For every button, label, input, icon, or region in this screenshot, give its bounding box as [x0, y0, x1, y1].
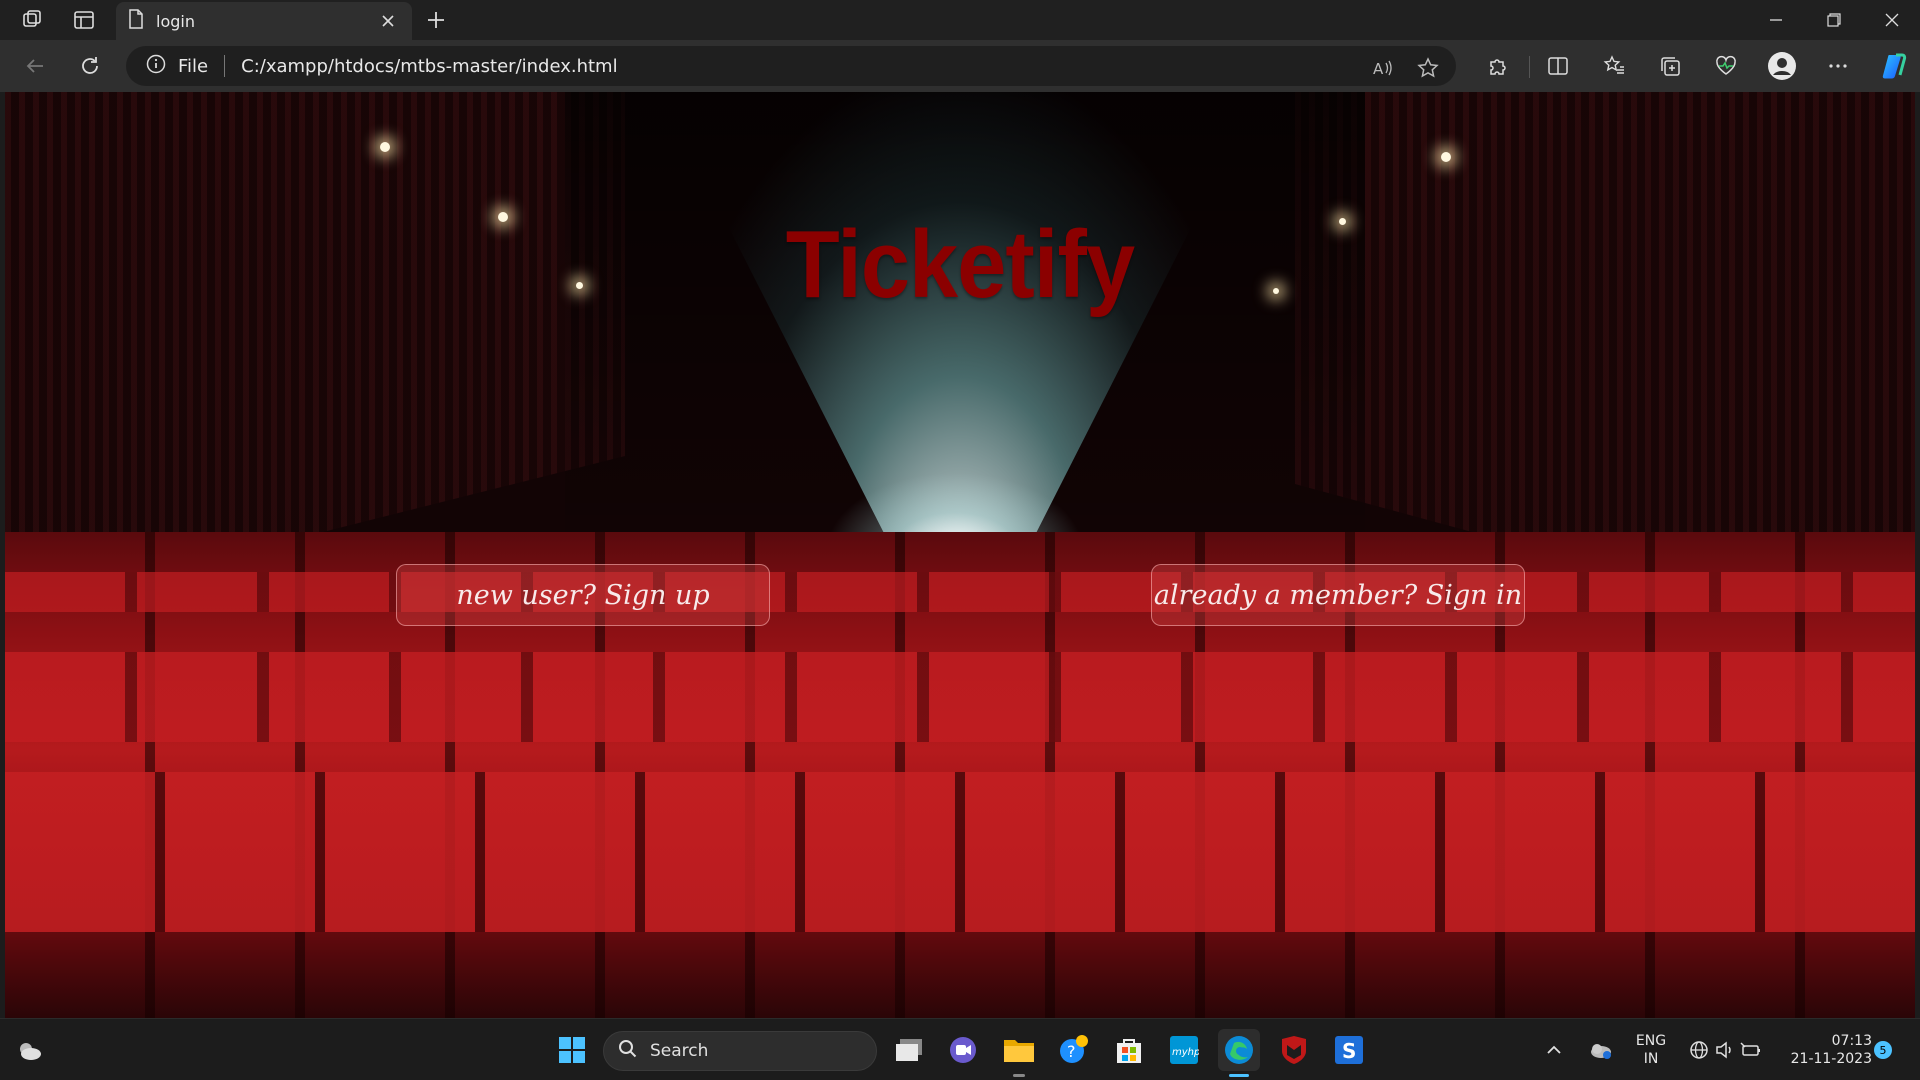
- onedrive-icon[interactable]: [1584, 1029, 1616, 1071]
- notification-badge[interactable]: 5: [1874, 1041, 1892, 1059]
- read-aloud-icon[interactable]: A: [1370, 56, 1394, 80]
- signin-button[interactable]: already a member? Sign in: [1151, 564, 1525, 626]
- close-tab-icon[interactable]: [376, 9, 400, 33]
- help-icon[interactable]: ?: [1053, 1029, 1095, 1071]
- collections-icon[interactable]: [1652, 48, 1688, 84]
- start-button[interactable]: [551, 1029, 593, 1071]
- meet-icon[interactable]: [942, 1029, 984, 1071]
- more-icon[interactable]: [1820, 48, 1856, 84]
- seat-row-middle: [5, 652, 1915, 742]
- mcafee-icon[interactable]: [1273, 1029, 1315, 1071]
- myhp-icon[interactable]: myhp: [1163, 1029, 1205, 1071]
- omnibox-scheme: File: [178, 55, 209, 77]
- browser-toolbar: File C:/xampp/htdocs/mtbs-master/index.h…: [0, 40, 1920, 92]
- copilot-icon[interactable]: [1876, 48, 1912, 84]
- address-bar[interactable]: File C:/xampp/htdocs/mtbs-master/index.h…: [126, 46, 1456, 86]
- browser-title-bar: login: [0, 0, 1920, 40]
- ceiling-light: [380, 142, 390, 152]
- seat-row-front: [5, 772, 1915, 932]
- puzzle-icon[interactable]: [1480, 48, 1516, 84]
- app-s-icon[interactable]: S: [1328, 1029, 1370, 1071]
- restore-button[interactable]: [1806, 0, 1862, 40]
- signin-label: already a member? Sign in: [1153, 579, 1523, 611]
- workspaces-icon[interactable]: [12, 0, 52, 40]
- svg-text:A: A: [1373, 60, 1384, 78]
- close-window-button[interactable]: [1864, 0, 1920, 40]
- svg-text:S: S: [1342, 1039, 1356, 1063]
- svg-text:?: ?: [1067, 1042, 1076, 1061]
- language-code: ENG: [1635, 1033, 1667, 1049]
- weather-icon[interactable]: [8, 1029, 50, 1071]
- page-icon: [128, 9, 144, 33]
- edge-icon[interactable]: [1218, 1029, 1260, 1077]
- profile-icon[interactable]: [1764, 48, 1800, 84]
- new-tab-button[interactable]: [420, 4, 452, 36]
- active-indicator: [1229, 1074, 1249, 1077]
- taskbar-search[interactable]: Search: [603, 1031, 877, 1071]
- region-code: IN: [1643, 1051, 1659, 1067]
- tab-login[interactable]: login: [116, 2, 412, 40]
- signup-label: new user? Sign up: [456, 579, 710, 611]
- store-icon[interactable]: [1108, 1029, 1150, 1071]
- taskbar: Search ? myhp S ENG IN 07:13 21-11-2023 …: [0, 1018, 1920, 1080]
- favorites-icon[interactable]: [1596, 48, 1632, 84]
- signup-button[interactable]: new user? Sign up: [396, 564, 770, 626]
- language-indicator[interactable]: ENG IN: [1628, 1032, 1674, 1068]
- clock-date: 21-11-2023: [1790, 1051, 1872, 1067]
- seat-row-back: [5, 572, 1915, 612]
- tab-list-icon[interactable]: [64, 0, 104, 40]
- running-indicator: [1013, 1074, 1025, 1077]
- file-explorer-icon[interactable]: [998, 1029, 1040, 1077]
- omnibox-divider: [224, 55, 226, 77]
- clock-time: 07:13: [1831, 1033, 1872, 1049]
- star-icon[interactable]: [1416, 56, 1440, 80]
- battery-icon[interactable]: [1736, 1029, 1766, 1071]
- search-icon: [618, 1039, 638, 1064]
- page-viewport: Ticketify new user? Sign up already a me…: [5, 92, 1915, 1018]
- clock[interactable]: 07:13 21-11-2023: [1782, 1032, 1872, 1068]
- ceiling-light: [1441, 152, 1451, 162]
- refresh-button[interactable]: [72, 48, 108, 84]
- back-button[interactable]: [17, 48, 53, 84]
- minimize-button[interactable]: [1748, 0, 1804, 40]
- chevron-up-icon[interactable]: [1540, 1029, 1568, 1071]
- svg-text:myhp: myhp: [1172, 1047, 1199, 1058]
- tab-title: login: [156, 11, 195, 31]
- toolbar-divider: [1529, 56, 1530, 78]
- info-icon[interactable]: [146, 54, 166, 79]
- url-text[interactable]: C:/xampp/htdocs/mtbs-master/index.html: [241, 56, 617, 77]
- task-view-icon[interactable]: [888, 1029, 930, 1071]
- search-label: Search: [650, 1041, 709, 1061]
- heartbeat-icon[interactable]: [1708, 48, 1744, 84]
- site-title: Ticketify: [785, 211, 1135, 318]
- split-screen-icon[interactable]: [1540, 48, 1576, 84]
